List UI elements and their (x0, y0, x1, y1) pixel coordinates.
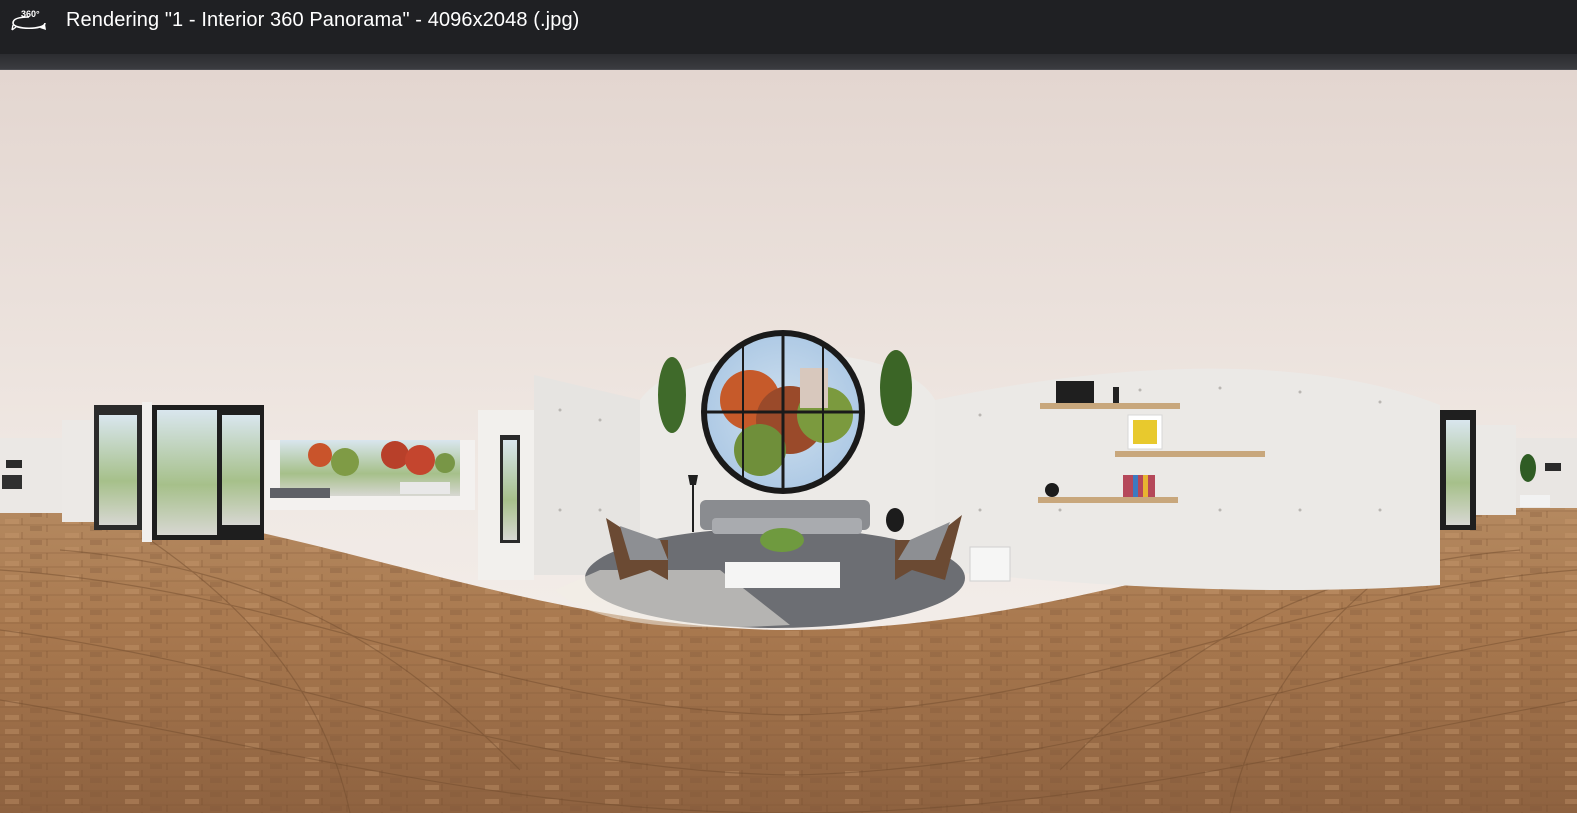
panorama-viewport[interactable] (0, 70, 1577, 813)
toolbar-strip (0, 54, 1577, 70)
window-title: Rendering "1 - Interior 360 Panorama" - … (66, 9, 580, 31)
360-panorama-icon: 360° (10, 8, 48, 34)
panorama-image[interactable] (0, 70, 1577, 813)
title-bar: 360° Rendering "1 - Interior 360 Panoram… (0, 0, 1577, 54)
